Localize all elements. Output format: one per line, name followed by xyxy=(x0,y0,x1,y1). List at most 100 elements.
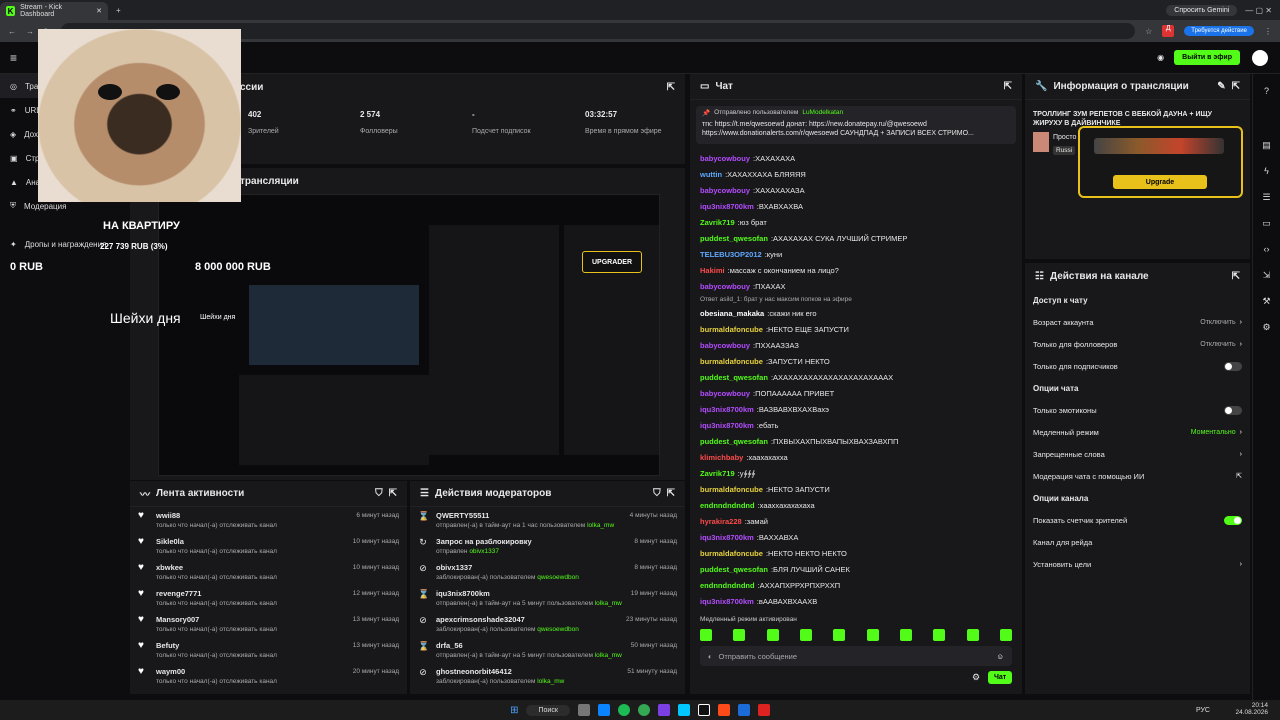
settings-control[interactable] xyxy=(1224,361,1242,371)
settings-control[interactable]: Моментально › xyxy=(1191,429,1242,436)
activity-row[interactable]: ♥ Befuty только что начал(-а) отслеживать … xyxy=(130,637,407,663)
settings-control[interactable]: Отключить › xyxy=(1200,341,1242,348)
chat-message[interactable]: wuttin: ХАХАХХАХА БЛЯЯЯЯ xyxy=(690,166,1022,182)
card-icon[interactable]: ▤ xyxy=(1260,140,1274,154)
chat-username[interactable]: babycowbouy xyxy=(700,282,750,291)
chat-username[interactable]: puddest_qwesofan xyxy=(700,234,768,243)
chat-message[interactable]: iqu3nix8700km: ВАЗВАВХВХАХВахэ xyxy=(690,401,1022,417)
activity-row[interactable]: ♥ Mansory007 только что начал(-а) отслежив… xyxy=(130,611,407,637)
chat-settings-icon[interactable]: ⚙ xyxy=(972,672,980,683)
mod-action-row[interactable]: ⌛ drfa_56 отправлен(-а) в тайм-аут на 5 ми… xyxy=(410,637,685,663)
spotify-icon[interactable] xyxy=(617,704,630,716)
chat-message[interactable]: Zavrik719: у∲∲∲ xyxy=(690,465,1022,481)
chat-message[interactable]: iqu3nix8700km: вААВАХВХААХВ xyxy=(690,593,1022,609)
toggle-switch[interactable] xyxy=(1224,361,1242,371)
user-avatar[interactable] xyxy=(1252,49,1268,66)
browser-tab[interactable]: K Stream - Kick Dashboard ✕ xyxy=(0,2,108,20)
chat-message[interactable]: Hakimi: массаж с окончанием на лицо? xyxy=(690,262,1022,278)
settings-control[interactable]: ⇱ xyxy=(1236,472,1242,480)
chat-message[interactable]: TELEBU3OP2012: куни xyxy=(690,246,1022,262)
chat-send-button[interactable]: Чат xyxy=(988,671,1013,684)
chat-message[interactable]: burmaldafoncube: НЕКТО ЗАПУСТИ xyxy=(690,481,1022,497)
filter-icon[interactable]: ⛉ xyxy=(653,488,661,499)
chat-username[interactable]: hyrakira228 xyxy=(700,517,742,526)
chat-username[interactable]: puddest_qwesofan xyxy=(700,373,768,382)
list-icon[interactable]: ☰ xyxy=(1260,192,1274,206)
chat-message[interactable]: puddest_qwesofan: БЛЯ ЛУЧШИЙ САНЕК xyxy=(690,561,1022,577)
help-icon[interactable]: ? xyxy=(1260,86,1274,100)
chat-icon[interactable]: ▭ xyxy=(1260,218,1274,232)
chat-message[interactable]: Zavrik719: юз брат xyxy=(690,214,1022,230)
chat-message[interactable]: obesiana_makaka: скажи ник его xyxy=(690,305,1022,321)
mod-action-row[interactable]: ⊘ apexcrimsonshade32047 заблокирован(-а) п… xyxy=(410,611,685,637)
new-tab-icon[interactable]: + xyxy=(116,6,121,15)
popout-icon[interactable]: ⇱ xyxy=(667,488,675,499)
profile-avatar[interactable]: Д xyxy=(1162,25,1175,37)
chat-username[interactable]: babycowbouy xyxy=(700,154,750,163)
language-indicator[interactable]: РУС xyxy=(1196,707,1210,714)
chat-message[interactable]: iqu3nix8700km: ебать xyxy=(690,417,1022,433)
filter-icon[interactable]: ⛉ xyxy=(375,488,383,499)
chat-message[interactable]: babycowbouy: ПОПАААААА ПРИВЕТ xyxy=(690,385,1022,401)
chat-username[interactable]: endnndndndnd xyxy=(700,501,755,510)
edge-icon[interactable] xyxy=(597,704,610,716)
chat-username[interactable]: Zavrik719 xyxy=(700,218,735,227)
tiktok-icon[interactable] xyxy=(697,704,710,716)
popout-icon[interactable]: ⇱ xyxy=(1232,81,1240,92)
chat-username[interactable]: wuttin xyxy=(700,170,722,179)
chat-message[interactable]: burmaldafoncube: НЕКТО ЕЩЕ ЗАПУСТИ xyxy=(690,321,1022,337)
mod-action-row[interactable]: ⊘ ghostneonorbit46412 заблокирован(-а) пол… xyxy=(410,663,685,689)
settings-control[interactable] xyxy=(1224,515,1242,525)
chat-username[interactable]: babycowbouy xyxy=(700,341,750,350)
emote-icon[interactable] xyxy=(833,629,846,641)
mod-action-row[interactable]: ⌛ iqu3nix8700km отправлен(-а) в тайм-аут н… xyxy=(410,585,685,611)
activity-row[interactable]: ♥ wwii88 только что начал(-а) отслеживать … xyxy=(130,507,407,533)
chat-message[interactable]: iqu3nix8700km: ВХАВХАХВА xyxy=(690,198,1022,214)
chat-username[interactable]: Zavrik719 xyxy=(700,469,735,478)
chat-username[interactable]: babycowbouy xyxy=(700,186,750,195)
chat-username[interactable]: burmaldafoncube xyxy=(700,325,763,334)
chrome-icon[interactable] xyxy=(637,704,650,716)
settings-control[interactable]: › xyxy=(1240,451,1242,458)
bolt-icon[interactable]: ϟ xyxy=(1260,166,1274,180)
settings-row[interactable]: Медленный режим Моментально › xyxy=(1025,421,1250,443)
settings-row[interactable]: Показать счетчик зрителей xyxy=(1025,509,1250,531)
emote-icon[interactable] xyxy=(799,629,812,641)
chat-username[interactable]: obesiana_makaka xyxy=(700,309,764,318)
chat-message[interactable]: iqu3nix8700km: ВАХХАВХА xyxy=(690,529,1022,545)
activity-row[interactable]: ♥ revenge7771 только что начал(-а) отслежи… xyxy=(130,585,407,611)
chat-message[interactable]: hyrakira228: замай xyxy=(690,513,1022,529)
app-icon[interactable] xyxy=(657,704,670,716)
gemini-button[interactable]: Спросить Gemini xyxy=(1166,4,1238,16)
windows-start-icon[interactable]: ⊞ xyxy=(510,705,518,716)
taskbar-search[interactable]: Поиск xyxy=(526,704,570,716)
emote-icon[interactable] xyxy=(733,629,746,641)
chat-username[interactable]: babycowbouy xyxy=(700,389,750,398)
chat-username[interactable]: iqu3nix8700km xyxy=(700,597,754,606)
app-icon[interactable] xyxy=(717,704,730,716)
settings-row[interactable]: Только для фолловеров Отключить › xyxy=(1025,333,1250,355)
emote-icon[interactable] xyxy=(999,629,1012,641)
chat-message[interactable]: babycowbouy: ХАХАХАХАЗА xyxy=(690,182,1022,198)
code-icon[interactable]: ‹› xyxy=(1260,244,1274,258)
chat-username[interactable]: puddest_qwesofan xyxy=(700,565,768,574)
emote-icon[interactable] xyxy=(933,629,946,641)
chat-username[interactable]: puddest_qwesofan xyxy=(700,437,768,446)
chat-username[interactable]: burmaldafoncube xyxy=(700,485,763,494)
mod-action-row[interactable]: ⌛ QWERTY55511 отправлен(-а) в тайм-аут на … xyxy=(410,507,685,533)
chat-message[interactable]: babycowbouy: ПХХААЗЗАЗ xyxy=(690,337,1022,353)
popout-icon[interactable]: ⇱ xyxy=(389,488,397,499)
activity-row[interactable]: ♥ waym00 только что начал(-а) отслеживать … xyxy=(130,663,407,689)
tab-close-icon[interactable]: ✕ xyxy=(96,7,102,15)
chat-username[interactable]: burmaldafoncube xyxy=(700,357,763,366)
settings-control[interactable]: Отключить › xyxy=(1200,319,1242,326)
popout-icon[interactable]: ⇱ xyxy=(667,82,675,93)
pinned-message[interactable]: 📌 Отправлено пользователем LuModelkatan тг… xyxy=(696,106,1016,144)
chat-message[interactable]: endnndndndnd: хааххахахахаха xyxy=(690,497,1022,513)
emote-icon[interactable] xyxy=(966,629,979,641)
hamburger-icon[interactable]: ≡ xyxy=(10,51,17,65)
settings-row[interactable]: Канал для рейда xyxy=(1025,531,1250,553)
chat-username[interactable]: iqu3nix8700km xyxy=(700,405,754,414)
settings-control[interactable] xyxy=(1224,405,1242,415)
chat-message[interactable]: babycowbouy: ХАХАХАХА xyxy=(690,150,1022,166)
